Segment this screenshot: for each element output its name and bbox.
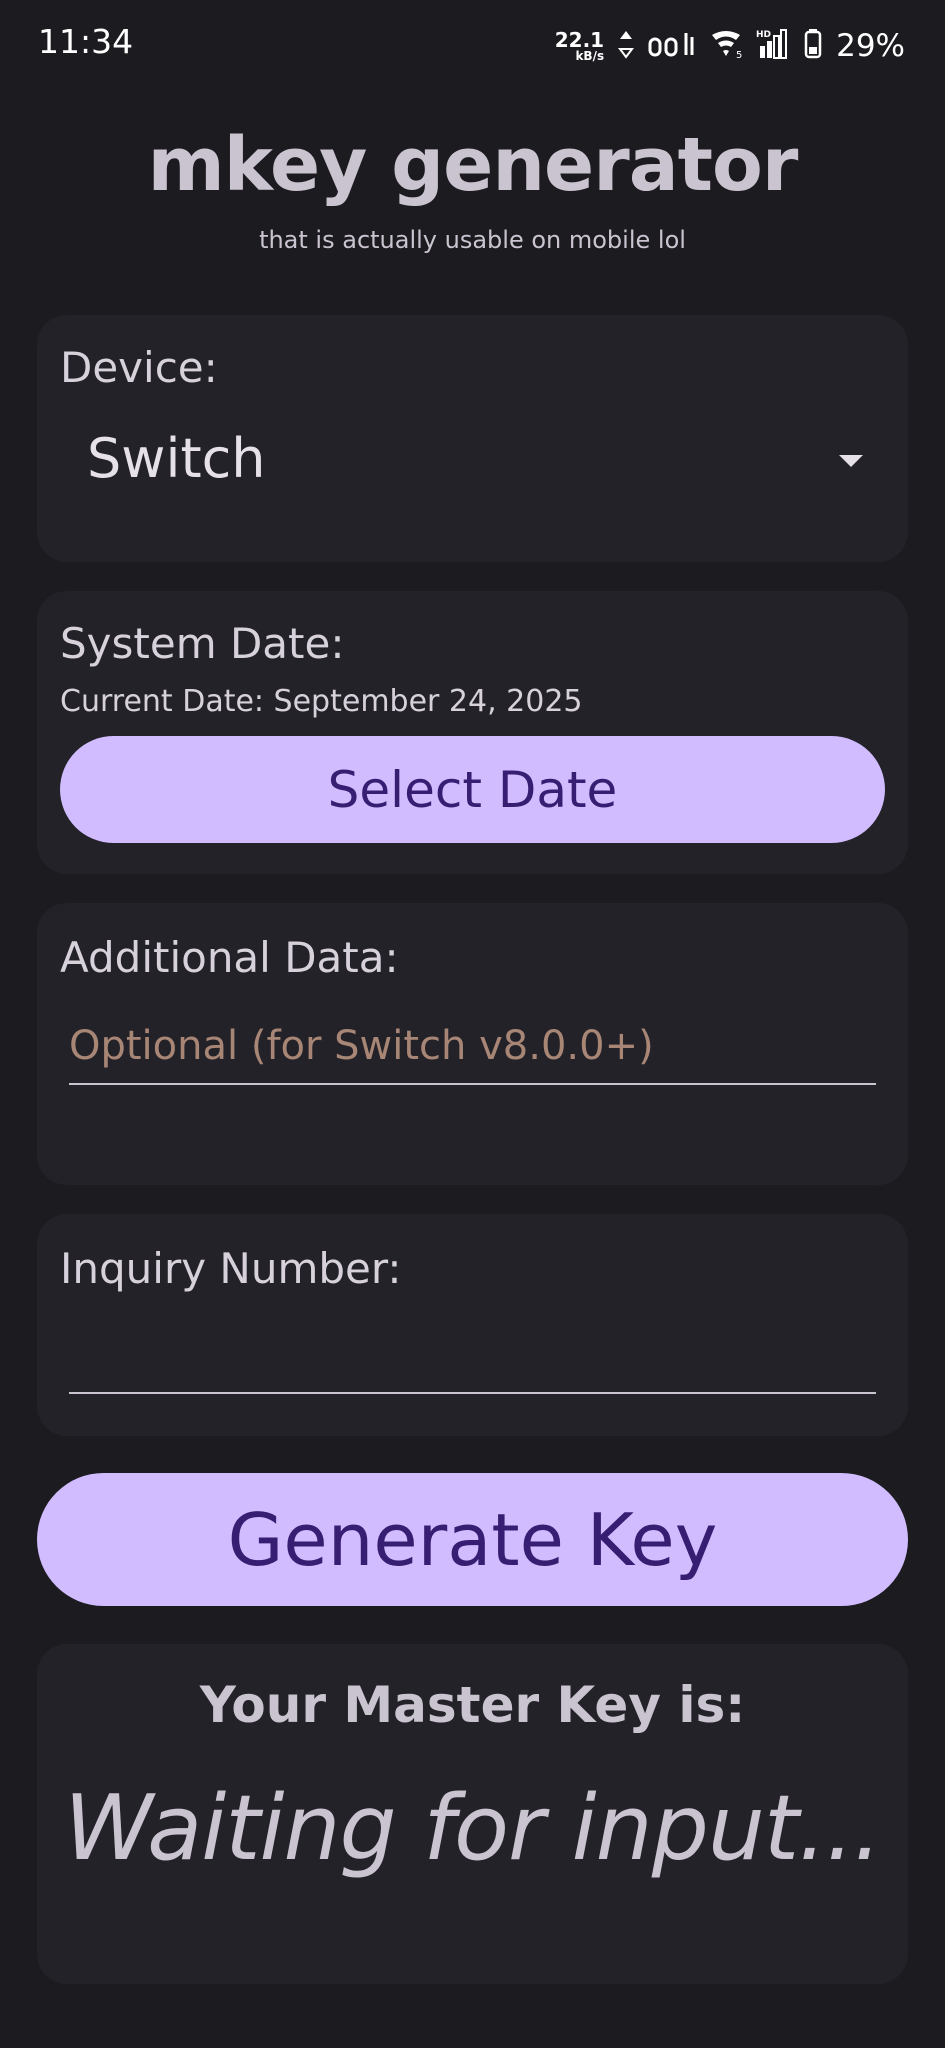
- app-title: mkey generator: [147, 122, 799, 208]
- additional-data-input[interactable]: Optional (for Switch v8.0.0+): [69, 1023, 876, 1085]
- network-speed-value: 22.1: [554, 28, 605, 52]
- status-time: 11:34: [38, 22, 134, 61]
- data-arrows-icon: [618, 29, 635, 64]
- svg-text:HD: HD: [756, 30, 771, 40]
- device-dropdown-value: Switch: [87, 427, 266, 490]
- inquiry-number-card: Inquiry Number:: [37, 1214, 908, 1436]
- system-date-card: System Date: Current Date: September 24,…: [37, 591, 908, 874]
- result-card: Your Master Key is: Waiting for input...: [37, 1644, 908, 1984]
- inquiry-number-input[interactable]: [69, 1334, 876, 1394]
- battery-percentage: 29%: [836, 28, 905, 64]
- result-title: Your Master Key is:: [199, 1676, 746, 1734]
- arrow-drop-down-icon: [837, 453, 865, 474]
- additional-data-placeholder: Optional (for Switch v8.0.0+): [69, 1023, 654, 1069]
- select-date-button[interactable]: Select Date: [60, 736, 885, 843]
- battery-icon: [804, 28, 822, 64]
- current-date-text: Current Date: September 24, 2025: [60, 684, 583, 719]
- network-speed: 22.1 kB/s: [555, 30, 604, 62]
- device-dropdown[interactable]: Switch: [60, 427, 885, 527]
- svg-text:5: 5: [736, 50, 742, 59]
- signal-icon: HD: [756, 28, 790, 65]
- additional-data-card: Additional Data: Optional (for Switch v8…: [37, 903, 908, 1185]
- generate-key-button[interactable]: Generate Key: [37, 1473, 908, 1606]
- status-bar: 11:34 22.1 kB/s 5 HD 29%: [0, 0, 945, 90]
- app-subtitle: that is actually usable on mobile lol: [259, 226, 686, 254]
- device-card: Device: Switch: [37, 315, 908, 562]
- wifi-icon: 5: [710, 29, 742, 64]
- inquiry-number-label: Inquiry Number:: [60, 1244, 402, 1293]
- status-icons: 22.1 kB/s 5 HD 29%: [555, 24, 905, 68]
- hotspot-icon: [648, 29, 696, 64]
- additional-data-label: Additional Data:: [60, 933, 399, 982]
- network-speed-unit: kB/s: [575, 49, 605, 63]
- system-date-label: System Date:: [60, 619, 345, 668]
- master-key-output: Waiting for input...: [64, 1776, 882, 1881]
- device-label: Device:: [60, 343, 218, 392]
